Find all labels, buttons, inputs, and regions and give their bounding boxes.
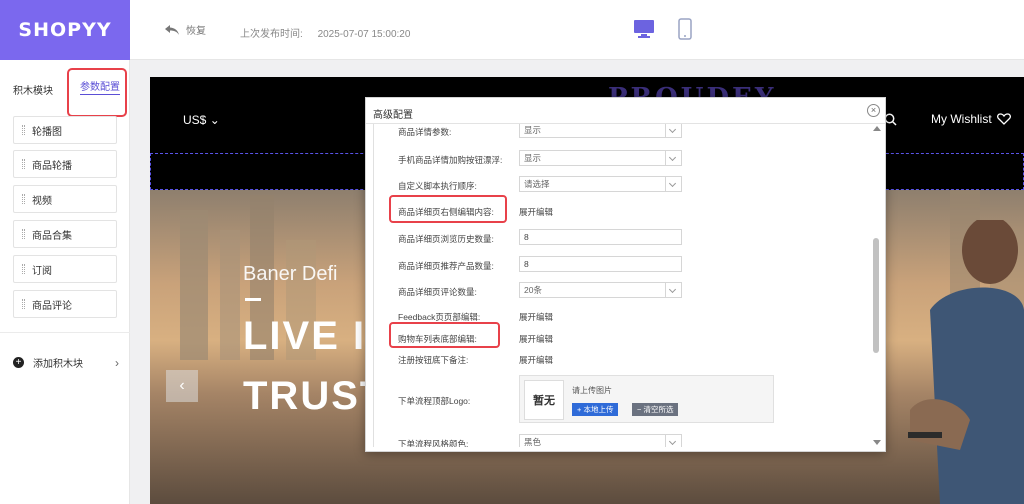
wishlist-link[interactable]: My Wishlist [931,112,1011,126]
sidebar-item-label: 商品轮播 [32,160,72,172]
undo-button[interactable]: 恢复 [164,22,206,37]
model-person-image [908,220,1024,504]
script-order-select[interactable]: 请选择 [519,176,682,192]
field-label: 下单流程风格颜色: [398,439,469,447]
sidebar-item-reviews[interactable]: 商品评论 [13,290,117,318]
logo-thumbnail: 暂无 [524,380,564,420]
select-value: 显示 [524,125,542,135]
sidebar-item-video[interactable]: 视频 [13,185,117,213]
hero-divider [245,298,261,301]
field-label: 商品详情参数: [398,127,452,137]
hero-subtitle: Baner Defi [243,263,338,285]
field-label: 商品详细页浏览历史数量: [398,234,494,244]
dialog-header: 高级配置 × [366,98,885,124]
sidebar-item-label: 轮播图 [32,126,62,138]
select-value: 显示 [524,153,542,163]
scroll-down-arrow-icon[interactable] [873,440,881,445]
field-label: 商品详细页评论数量: [398,287,477,297]
local-upload-button[interactable]: + 本地上传 [572,403,619,416]
undo-label: 恢复 [186,26,206,37]
advanced-config-dialog: 高级配置 × 商品详情参数: 显示 手机商品详情加购按钮漂浮: 显示 自定义脚本… [365,97,886,452]
upload-hint: 请上传图片 [572,386,612,395]
scroll-up-arrow-icon[interactable] [873,126,881,131]
heart-icon [996,113,1011,125]
left-sidebar: 积木模块 参数配置 轮播图 商品轮播 视频 商品合集 订阅 商品评论 + 添加积… [0,60,130,504]
expand-edit-link[interactable]: 展开编辑 [519,311,553,323]
drag-handle-icon[interactable] [22,125,25,135]
sidebar-tabs: 积木模块 参数配置 [0,60,130,120]
drag-handle-icon[interactable] [22,194,25,204]
chevron-down-icon [665,177,681,191]
sidebar-item-collection[interactable]: 商品合集 [13,220,117,248]
chevron-down-icon [665,124,681,137]
dialog-scrollbar[interactable] [871,126,881,449]
clear-selection-button[interactable]: − 清空所选 [632,403,679,416]
sidebar-item-label: 商品评论 [32,300,72,312]
sidebar-item-label: 订阅 [32,265,52,277]
sidebar-divider [0,332,130,333]
chevron-down-icon: ⌄ [209,113,220,127]
tab-blocks[interactable]: 积木模块 [13,82,53,97]
review-count-select[interactable]: 20条 [519,282,682,298]
expand-edit-link[interactable]: 展开编辑 [519,333,553,345]
product-params-select[interactable]: 显示 [519,124,682,138]
select-value: 20条 [524,285,542,295]
chevron-down-icon [665,151,681,165]
expand-edit-link[interactable]: 展开编辑 [519,206,553,218]
dialog-body[interactable]: 商品详情参数: 显示 手机商品详情加购按钮漂浮: 显示 自定义脚本执行顺序: 请… [373,124,869,447]
undo-icon [165,24,179,35]
add-block-button[interactable]: + 添加积木块 › [13,355,119,370]
sidebar-item-carousel[interactable]: 轮播图 [13,116,117,144]
publish-time-info: 上次发布时间: 2025-07-07 15:00:20 [240,25,410,40]
field-label: 商品详细页右侧编辑内容: [398,207,494,217]
scroll-thumb[interactable] [873,238,879,353]
field-label: 商品详细页推荐产品数量: [398,261,494,271]
field-label: 下单流程顶部Logo: [398,396,471,406]
chevron-down-icon [665,435,681,447]
field-label: 购物车列表底部编辑: [398,334,477,344]
field-label: 注册按钮底下备注: [398,355,469,365]
select-value: 请选择 [524,179,550,189]
sidebar-item-subscribe[interactable]: 订阅 [13,255,117,283]
field-label: 自定义脚本执行顺序: [398,181,477,191]
chevron-down-icon [665,283,681,297]
currency-selector[interactable]: US$ ⌄ [183,113,220,127]
hero-title-line1: LIVE I [243,314,367,358]
close-icon[interactable]: × [867,104,880,117]
drag-handle-icon[interactable] [22,229,25,239]
logo-upload-box: 暂无 请上传图片 + 本地上传 − 清空所选 [519,375,774,423]
wishlist-label: My Wishlist [931,112,992,126]
drag-handle-icon[interactable] [22,264,25,274]
mobile-float-button-select[interactable]: 显示 [519,150,682,166]
desktop-view-icon[interactable] [633,19,655,42]
slider-prev-arrow[interactable]: ‹ [166,370,198,402]
sidebar-item-product-carousel[interactable]: 商品轮播 [13,150,117,178]
shopyy-logo[interactable]: SHOPYY [0,0,130,60]
select-value: 黑色 [524,437,542,447]
expand-edit-link[interactable]: 展开编辑 [519,354,553,366]
drag-handle-icon[interactable] [22,299,25,309]
recommend-count-input[interactable]: 8 [519,256,682,272]
top-toolbar: 恢复 上次发布时间: 2025-07-07 15:00:20 [130,0,1024,60]
field-label: 手机商品详情加购按钮漂浮: [398,155,503,165]
dialog-title: 高级配置 [373,110,413,121]
checkout-color-select[interactable]: 黑色 [519,434,682,447]
sidebar-item-label: 视频 [32,195,52,207]
chevron-right-icon: › [115,355,119,370]
publish-time-value: 2025-07-07 15:00:20 [317,29,411,40]
sidebar-item-label: 商品合集 [32,230,72,242]
drag-handle-icon[interactable] [22,159,25,169]
highlight-box-params-tab [67,68,127,117]
publish-time-label: 上次发布时间: [240,29,303,40]
currency-label: US$ [183,113,207,127]
add-block-label: 添加积木块 [33,359,83,370]
history-count-input[interactable]: 8 [519,229,682,245]
mobile-view-icon[interactable] [678,18,692,43]
plus-circle-icon: + [13,357,24,368]
